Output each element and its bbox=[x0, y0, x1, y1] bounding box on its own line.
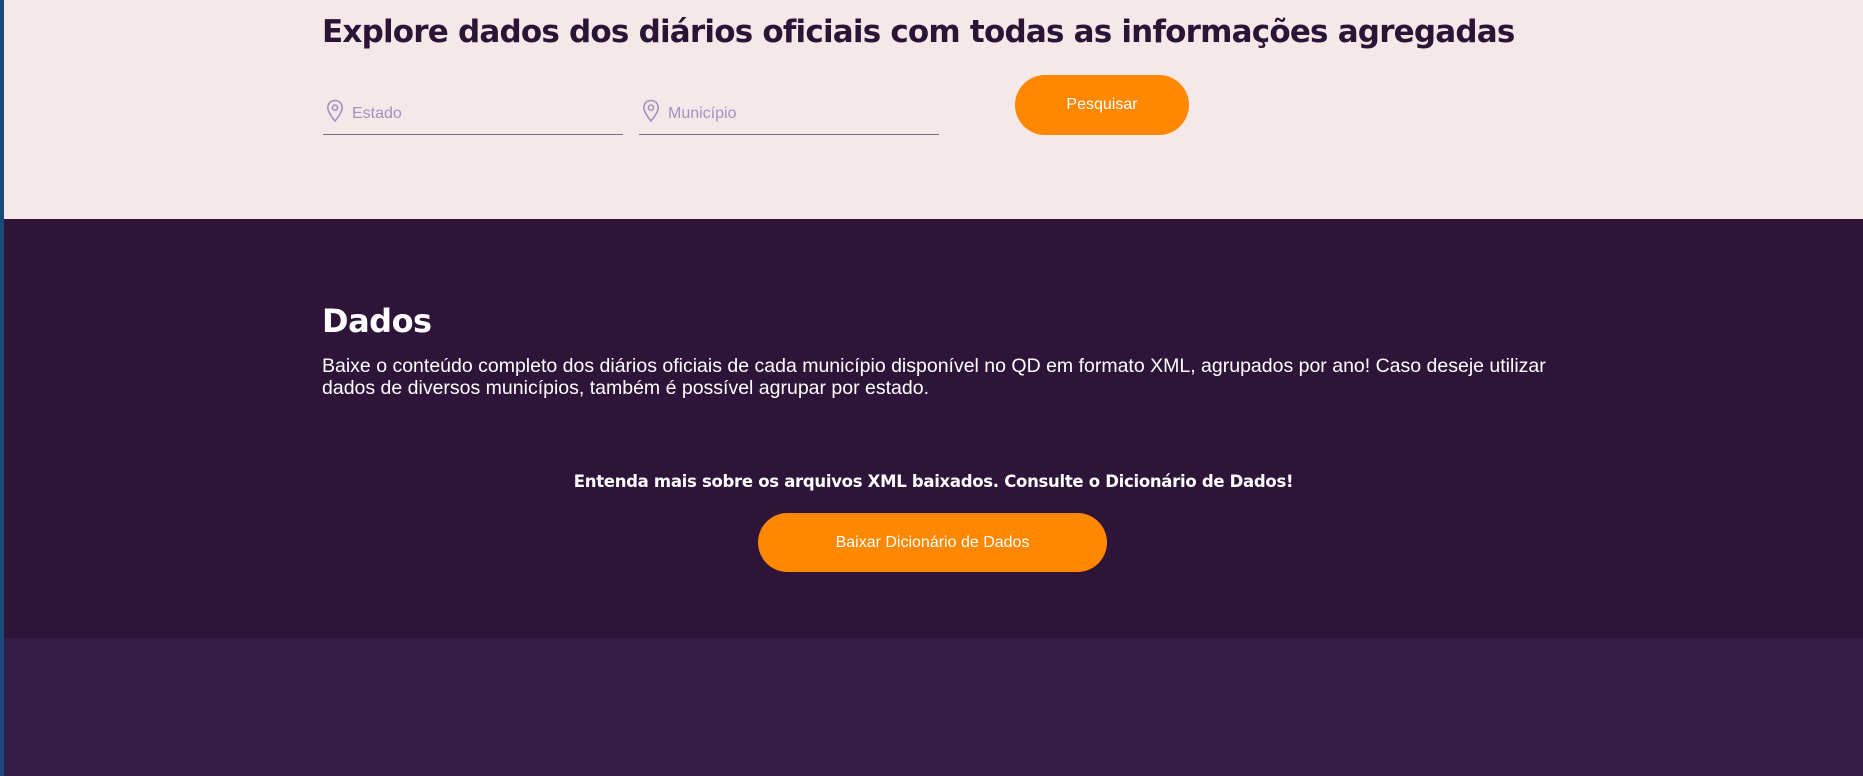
hero-section: Explore dados dos diários oficiais com t… bbox=[4, 0, 1863, 219]
download-dictionary-button[interactable]: Baixar Dicionário de Dados bbox=[758, 513, 1107, 572]
municipio-field[interactable] bbox=[639, 98, 939, 135]
dados-section: Dados Baixe o conteúdo completo dos diár… bbox=[4, 219, 1863, 638]
bottom-section bbox=[4, 638, 1863, 776]
hero-title: Explore dados dos diários oficiais com t… bbox=[322, 14, 1515, 50]
search-button[interactable]: Pesquisar bbox=[1015, 75, 1189, 135]
dados-title: Dados bbox=[322, 302, 432, 340]
estado-input[interactable] bbox=[352, 102, 612, 126]
page: Explore dados dos diários oficiais com t… bbox=[4, 0, 1863, 776]
location-pin-icon bbox=[642, 99, 660, 123]
dictionary-note: Entenda mais sobre os arquivos XML baixa… bbox=[573, 472, 1294, 491]
dados-description: Baixe o conteúdo completo dos diários of… bbox=[322, 355, 1546, 399]
municipio-input[interactable] bbox=[668, 102, 928, 126]
estado-field[interactable] bbox=[323, 98, 623, 135]
location-pin-icon bbox=[326, 99, 344, 123]
